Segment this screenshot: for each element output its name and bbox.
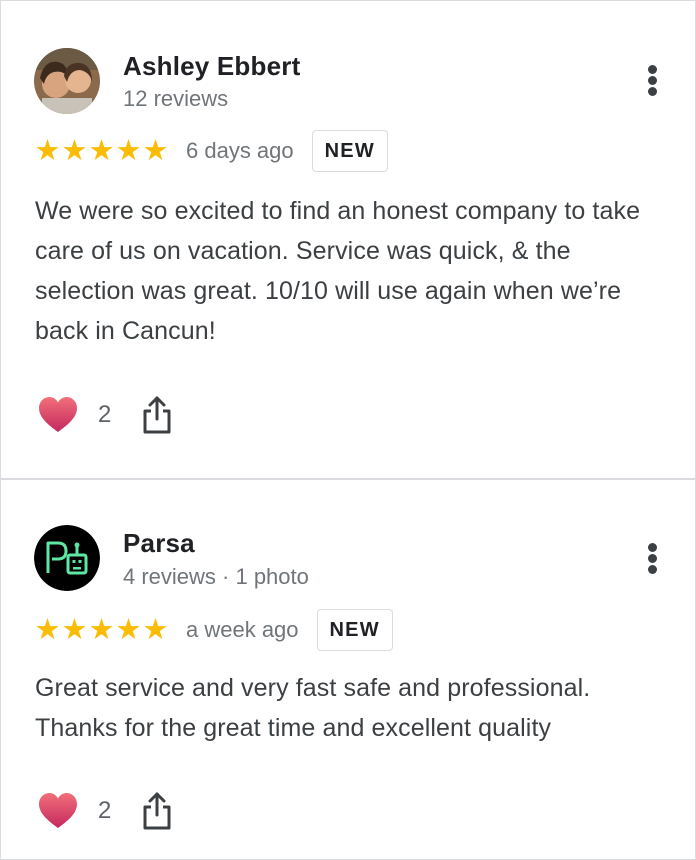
- share-icon[interactable]: [141, 791, 173, 831]
- star-icon: ★: [88, 134, 115, 167]
- star-icon: ★: [61, 134, 88, 167]
- reviewer-meta: 12 reviews: [123, 86, 229, 111]
- new-badge: NEW: [316, 609, 393, 651]
- reviewer-meta: 4 reviews · 1 photo: [123, 564, 309, 589]
- star-icon: ★: [61, 613, 88, 646]
- reviewer-name[interactable]: Parsa: [123, 528, 195, 559]
- star-icon: ★: [115, 613, 142, 646]
- review-text: Great service and very fast safe and pro…: [35, 674, 591, 742]
- share-icon[interactable]: [141, 395, 173, 435]
- star-icon: ★: [142, 613, 169, 646]
- like-count: 2: [98, 401, 112, 428]
- more-options-icon[interactable]: [641, 62, 665, 98]
- review-date: 6 days ago: [186, 138, 294, 163]
- star-icon: ★: [88, 613, 115, 646]
- star-icon: ★: [34, 613, 61, 646]
- review-actions: 2: [37, 789, 173, 833]
- star-rating: ★ ★ ★ ★ ★: [34, 613, 169, 646]
- rating-row: ★ ★ ★ ★ ★ 6 days ago NEW: [34, 129, 388, 173]
- review-date: a week ago: [186, 617, 299, 642]
- review-card: Ashley Ebbert 12 reviews ★ ★ ★ ★ ★ 6 day…: [0, 0, 696, 480]
- reviewer-name[interactable]: Ashley Ebbert: [123, 51, 300, 82]
- heart-icon[interactable]: [37, 790, 79, 832]
- more-options-icon[interactable]: [641, 540, 665, 576]
- rating-row: ★ ★ ★ ★ ★ a week ago NEW: [34, 608, 393, 652]
- review-card: Parsa 4 reviews · 1 photo ★ ★ ★ ★ ★ a we…: [0, 480, 696, 860]
- star-icon: ★: [115, 134, 142, 167]
- like-count: 2: [98, 797, 112, 824]
- new-badge: NEW: [311, 130, 388, 172]
- review-actions: 2: [37, 393, 173, 437]
- reviewer-avatar[interactable]: [34, 525, 100, 591]
- reviewer-avatar[interactable]: [34, 48, 100, 114]
- review-text: We were so excited to find an honest com…: [35, 197, 641, 345]
- star-rating: ★ ★ ★ ★ ★: [34, 134, 169, 167]
- heart-icon[interactable]: [37, 394, 79, 436]
- star-icon: ★: [34, 134, 61, 167]
- star-icon: ★: [142, 134, 169, 167]
